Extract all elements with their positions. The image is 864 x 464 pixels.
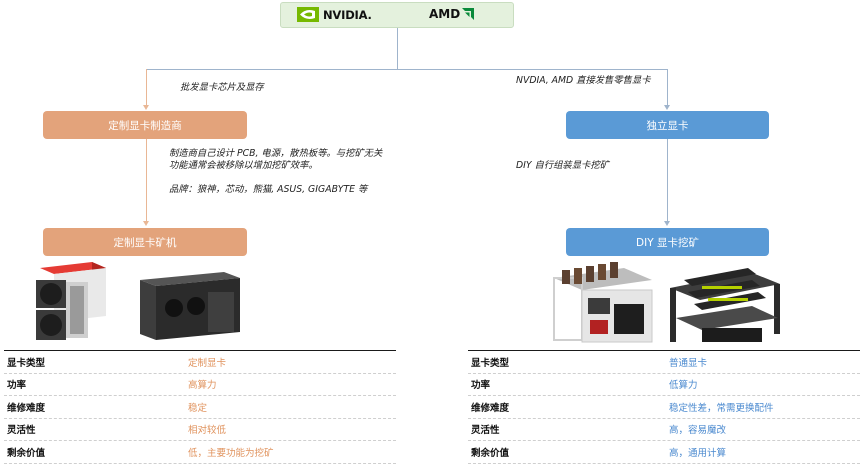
manufacturer-note-line1: 制造商自己设计 PCB, 电源，散热板等。与挖矿无关 — [169, 148, 383, 159]
amd-arrow-icon — [462, 8, 475, 20]
right-drop-line — [667, 69, 668, 107]
diy-rig-image — [553, 262, 780, 343]
table-key: 功率 — [471, 380, 491, 392]
custom-miner-box: 定制显卡矿机 — [43, 228, 247, 256]
nvidia-eye-icon — [297, 7, 319, 22]
table-row: 剩余价值 高，通用计算 — [468, 441, 860, 464]
table-key: 显卡类型 — [7, 357, 46, 369]
table-row: 显卡类型 普通显卡 — [468, 351, 860, 374]
table-value: 普通显卡 — [669, 357, 708, 369]
table-row: 功率 高算力 — [4, 374, 396, 396]
table-value: 高，通用计算 — [669, 447, 727, 459]
custom-miner-table: 显卡类型 定制显卡 功率 高算力 维修难度 稳定 灵活性 相对较低 剩余价值 低… — [4, 350, 396, 464]
nvidia-logo: NVIDIA. — [297, 7, 372, 22]
left-arrow-icon — [143, 105, 149, 110]
table-key: 维修难度 — [7, 402, 46, 414]
left-arrow-icon-2 — [143, 221, 149, 226]
table-row: 维修难度 稳定性差，常需更换配件 — [468, 396, 860, 419]
diy-mining-box: DIY 显卡挖矿 — [566, 228, 769, 256]
table-key: 维修难度 — [471, 402, 510, 414]
right-edge-label: NVDIA, AMD 直接发售零售显卡 — [516, 75, 651, 86]
diy-mining-table: 显卡类型 普通显卡 功率 低算力 维修难度 稳定性差，常需更换配件 灵活性 高，… — [468, 350, 860, 464]
split-line — [146, 69, 668, 70]
red-miner — [36, 262, 106, 340]
right-arrow-icon — [664, 105, 670, 110]
table-value: 稳定 — [188, 402, 208, 414]
diy-note: DIY 自行组装显卡挖矿 — [516, 160, 609, 171]
table-value: 高算力 — [188, 380, 217, 392]
brand-box: NVIDIA. AMD — [280, 2, 514, 28]
table-row: 剩余价值 低，主要功能为挖矿 — [4, 441, 396, 464]
left-drop-line-2 — [146, 139, 147, 223]
independent-gpu-box: 独立显卡 — [566, 111, 769, 139]
brands-note: 品牌：狼神，芯动，熊猫, ASUS, GIGABYTE 等 — [169, 184, 368, 195]
table-row: 显卡类型 定制显卡 — [4, 351, 396, 374]
manufacturer-note: 制造商自己设计 PCB, 电源，散热板等。与挖矿无关 功能通常会被移除以增加挖矿… — [169, 148, 419, 172]
table-key: 功率 — [7, 380, 27, 392]
right-arrow-icon-2 — [664, 221, 670, 226]
table-value: 相对较低 — [188, 425, 227, 437]
table-row: 维修难度 稳定 — [4, 396, 396, 419]
table-key: 显卡类型 — [471, 357, 510, 369]
black-miner — [140, 272, 240, 340]
table-value: 低，主要功能为挖矿 — [188, 447, 274, 459]
gpu-rig-open-frame — [553, 262, 653, 343]
nvidia-wordmark: NVIDIA. — [323, 7, 372, 22]
custom-miner-image — [36, 262, 240, 340]
manufacturer-box: 定制显卡制造商 — [43, 111, 247, 139]
table-key: 剩余价值 — [471, 447, 510, 459]
table-value: 高，容易魔改 — [669, 425, 727, 437]
table-key: 灵活性 — [471, 425, 500, 437]
trunk-line — [397, 28, 398, 69]
table-row: 功率 低算力 — [468, 374, 860, 396]
table-value: 稳定性差，常需更换配件 — [669, 402, 774, 414]
table-key: 灵活性 — [7, 425, 36, 437]
table-key: 剩余价值 — [7, 447, 46, 459]
amd-wordmark: AMD — [429, 7, 461, 21]
table-row: 灵活性 高，容易魔改 — [468, 419, 860, 441]
right-drop-line-2 — [667, 139, 668, 223]
table-value: 低算力 — [669, 380, 698, 392]
gpu-rig-black-frame — [670, 268, 780, 342]
left-edge-label: 批发显卡芯片及显存 — [180, 82, 264, 93]
manufacturer-note-line2: 功能通常会被移除以增加挖矿效率。 — [169, 160, 318, 171]
table-row: 灵活性 相对较低 — [4, 419, 396, 441]
left-drop-line — [146, 69, 147, 107]
amd-logo: AMD — [429, 7, 475, 21]
table-value: 定制显卡 — [188, 357, 227, 369]
